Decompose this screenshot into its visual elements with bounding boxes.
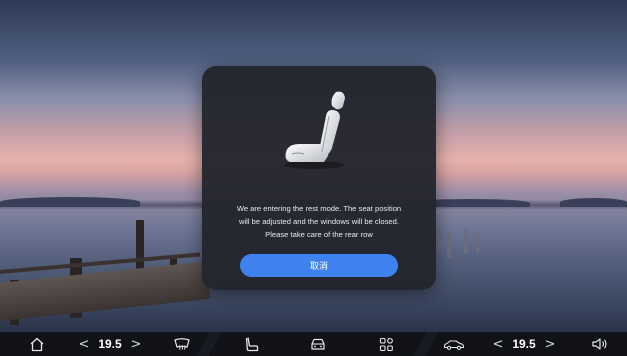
pier-post bbox=[464, 230, 468, 254]
car-front-icon bbox=[311, 338, 325, 350]
message-line: We are entering the rest mode. The seat … bbox=[236, 204, 402, 213]
windshield-defrost-button[interactable] bbox=[170, 332, 194, 356]
bottom-dock: < 19.5 > < 19.5 > bbox=[0, 332, 627, 356]
car-button[interactable] bbox=[306, 332, 330, 356]
volume-button[interactable] bbox=[588, 332, 612, 356]
right-temperature: 19.5 bbox=[512, 337, 536, 351]
right-temp-increase-button[interactable]: > bbox=[542, 332, 558, 356]
left-temp-decrease-button[interactable]: < bbox=[76, 332, 92, 356]
distant-island bbox=[0, 197, 140, 207]
windshield-defrost-icon bbox=[174, 337, 190, 350]
cancel-button[interactable]: 取消 bbox=[240, 254, 398, 277]
dock-divider bbox=[413, 332, 439, 356]
home-icon bbox=[30, 337, 44, 351]
message-line: Please take care of the rear row bbox=[265, 230, 373, 239]
car-settings-button[interactable] bbox=[440, 332, 468, 356]
right-temp-decrease-button[interactable]: < bbox=[490, 332, 506, 356]
seat-illustration-icon bbox=[284, 91, 345, 169]
car-side-icon bbox=[443, 339, 465, 350]
message-line: will be adjusted and the windows will be… bbox=[239, 217, 399, 226]
home-button[interactable] bbox=[26, 332, 48, 356]
screen: We are entering the rest mode. The seat … bbox=[0, 0, 627, 356]
apps-grid-icon bbox=[379, 337, 393, 351]
rest-mode-dialog: We are entering the rest mode. The seat … bbox=[202, 66, 436, 290]
seat-icon bbox=[245, 337, 259, 352]
pier-post bbox=[438, 230, 442, 250]
left-temp-increase-button[interactable]: > bbox=[128, 332, 144, 356]
pier-post bbox=[476, 234, 479, 252]
left-temperature: 19.5 bbox=[98, 337, 122, 351]
rest-mode-message: We are entering the rest mode. The seat … bbox=[214, 202, 424, 241]
apps-button[interactable] bbox=[374, 332, 398, 356]
pier-post bbox=[447, 232, 451, 258]
seat-button[interactable] bbox=[240, 332, 264, 356]
dock-divider bbox=[196, 332, 222, 356]
volume-icon bbox=[592, 338, 607, 350]
distant-island bbox=[560, 198, 627, 207]
